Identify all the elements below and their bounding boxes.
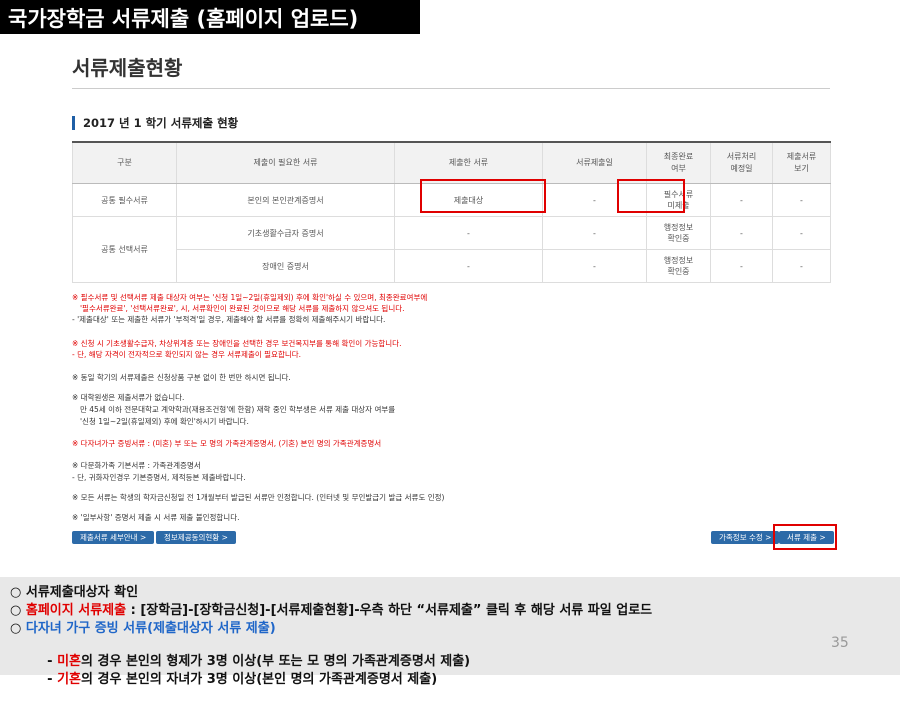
table-header-row: 구분 제출이 필요한 서류 제출한 서류 서류제출일 최종완료 여부 서류처리 …	[72, 141, 831, 184]
notice-line: ※ '일부사항' 증명서 제출 시 서류 제출 불인정합니다.	[72, 513, 240, 522]
info-agreement-button[interactable]: 정보제공동의현황 >	[156, 531, 236, 544]
married-highlight: 기혼	[57, 672, 82, 687]
cell-submit-date: -	[542, 249, 647, 283]
cell-required-doc: 본인의 본인관계증명서	[176, 183, 395, 217]
cell-submitted-doc: -	[394, 249, 543, 283]
column-header: 서류제출일	[542, 141, 647, 184]
column-header: 최종완료 여부	[646, 141, 711, 184]
bullet: ○	[10, 603, 26, 618]
cell-required-doc: 기초생활수급자 증명서	[176, 216, 395, 250]
cell-process-date: -	[710, 183, 773, 217]
document-guide-button[interactable]: 제출서류 세부안내 >	[72, 531, 155, 544]
cell-final-status: 행정정보 확인중	[646, 216, 711, 250]
cell-submitted-doc: -	[394, 216, 543, 250]
cell-view: -	[772, 216, 831, 250]
notice-line: - 단, 귀화자인경우 기본증명서, 제적등본 제출바랍니다.	[72, 473, 246, 482]
notice-line: ※ 다자녀가구 증빙서류 : (미혼) 부 또는 모 명의 가족관계증명서, (…	[72, 439, 382, 448]
summary-panel: ○ 서류제출대상자 확인 ○ 홈페이지 서류제출 : [장학금]-[장학금신청]…	[0, 577, 900, 687]
notice-line: 만 45세 이하 전문대학교 계약학과(재용조건형'에 한함) 재학 중인 학부…	[80, 405, 396, 414]
multi-child-highlight: 다자녀 가구 증빙 서류(제출대상자 서류 제출)	[25, 621, 276, 636]
cell-process-date: -	[710, 216, 773, 250]
notice-line: ※ 다문화가족 기본서류 : 가족관계증명서	[72, 461, 201, 470]
dash: -	[38, 672, 58, 687]
column-header: 제출서류 보기	[772, 141, 831, 184]
summary-line-2: ○ 홈페이지 서류제출 : [장학금]-[장학금신청]-[서류제출현황]-우측 …	[10, 599, 652, 618]
column-header: 구분	[72, 141, 177, 184]
cell-final-status: 행정정보 확인중	[646, 249, 711, 283]
title-divider	[72, 88, 830, 89]
cell-group: 공통 선택서류	[72, 216, 177, 283]
notice-line: ※ 신청 시 기초생활수급자, 차상위계층 또는 장애인을 선택한 경우 보건복…	[72, 339, 402, 348]
family-info-edit-button[interactable]: 가족정보 수정 >	[711, 531, 780, 544]
notice-line: '필수서류완료', '선택서류완료', 시, 서류확인이 완료된 것이므로 해당…	[80, 304, 405, 313]
notice-line: '신청 1일~2일(휴일제외) 후에 확인'하시기 바랍니다.	[80, 417, 249, 426]
homepage-submit-highlight: 홈페이지 서류제출	[25, 603, 127, 618]
summary-line-5-text: 의 경우 본인의 자녀가 3명 이상(본인 명의 가족관계증명서 제출)	[81, 672, 438, 687]
notice-line: ※ 필수서류 및 선택서류 제출 대상자 여부는 '신청 1일~2일(휴일제외)…	[72, 293, 428, 302]
table-row: 장애인 증명서 - - 행정정보 확인중 - -	[73, 249, 831, 283]
table-row: 공통 선택서류 기초생활수급자 증명서 - - 행정정보 확인중 - -	[72, 216, 831, 283]
cell-view: -	[772, 249, 831, 283]
page-number: 35	[831, 635, 849, 651]
cell-group: 공통 필수서류	[72, 183, 177, 217]
notice-line: - '제출대상' 또는 제출한 서류가 '부적격'일 경우, 제출해야 할 서류…	[72, 315, 386, 324]
cell-process-date: -	[710, 249, 773, 283]
cell-required-doc: 장애인 증명서	[176, 249, 395, 283]
column-header: 제출한 서류	[394, 141, 543, 184]
slide-title: 국가장학금 서류제출 (홈페이지 업로드)	[8, 7, 359, 31]
notice-line: ※ 동일 학기의 서류제출은 신청상품 구분 없이 한 번만 하시면 됩니다.	[72, 373, 291, 382]
column-header: 제출이 필요한 서류	[176, 141, 395, 184]
notice-line: - 단, 해당 자격이 전자적으로 확인되지 않는 경우 서류제출이 필요합니다…	[72, 350, 302, 359]
highlight-submit-button	[773, 524, 837, 550]
summary-line-1: ○ 서류제출대상자 확인	[10, 585, 139, 600]
cell-view: -	[772, 183, 831, 217]
cell-submit-date: -	[542, 216, 647, 250]
notice-line: ※ 대학원생은 제출서류가 없습니다.	[72, 393, 185, 402]
summary-line-3: ○ 다자녀 가구 증빙 서류(제출대상자 서류 제출)	[10, 617, 276, 636]
section-title: 2017 년 1 학기 서류제출 현황	[72, 116, 238, 130]
column-header: 서류처리 예정일	[710, 141, 773, 184]
summary-line-5: - 기혼의 경우 본인의 자녀가 3명 이상(본인 명의 가족관계증명서 제출)	[20, 653, 437, 702]
highlight-submitted-cell	[420, 179, 546, 213]
summary-line-2-text: : [장학금]-[장학금신청]-[서류제출현황]-우측 하단 “서류제출” 클릭…	[126, 603, 653, 618]
page-title: 서류제출현황	[72, 56, 183, 80]
highlight-final-status-cell	[617, 179, 685, 213]
notice-line: ※ 모든 서류는 학생의 학자금신청일 전 1개월부터 발급된 서류만 인정합니…	[72, 493, 445, 502]
bullet: ○	[10, 621, 26, 636]
slide-title-bar: 국가장학금 서류제출 (홈페이지 업로드)	[0, 0, 420, 34]
